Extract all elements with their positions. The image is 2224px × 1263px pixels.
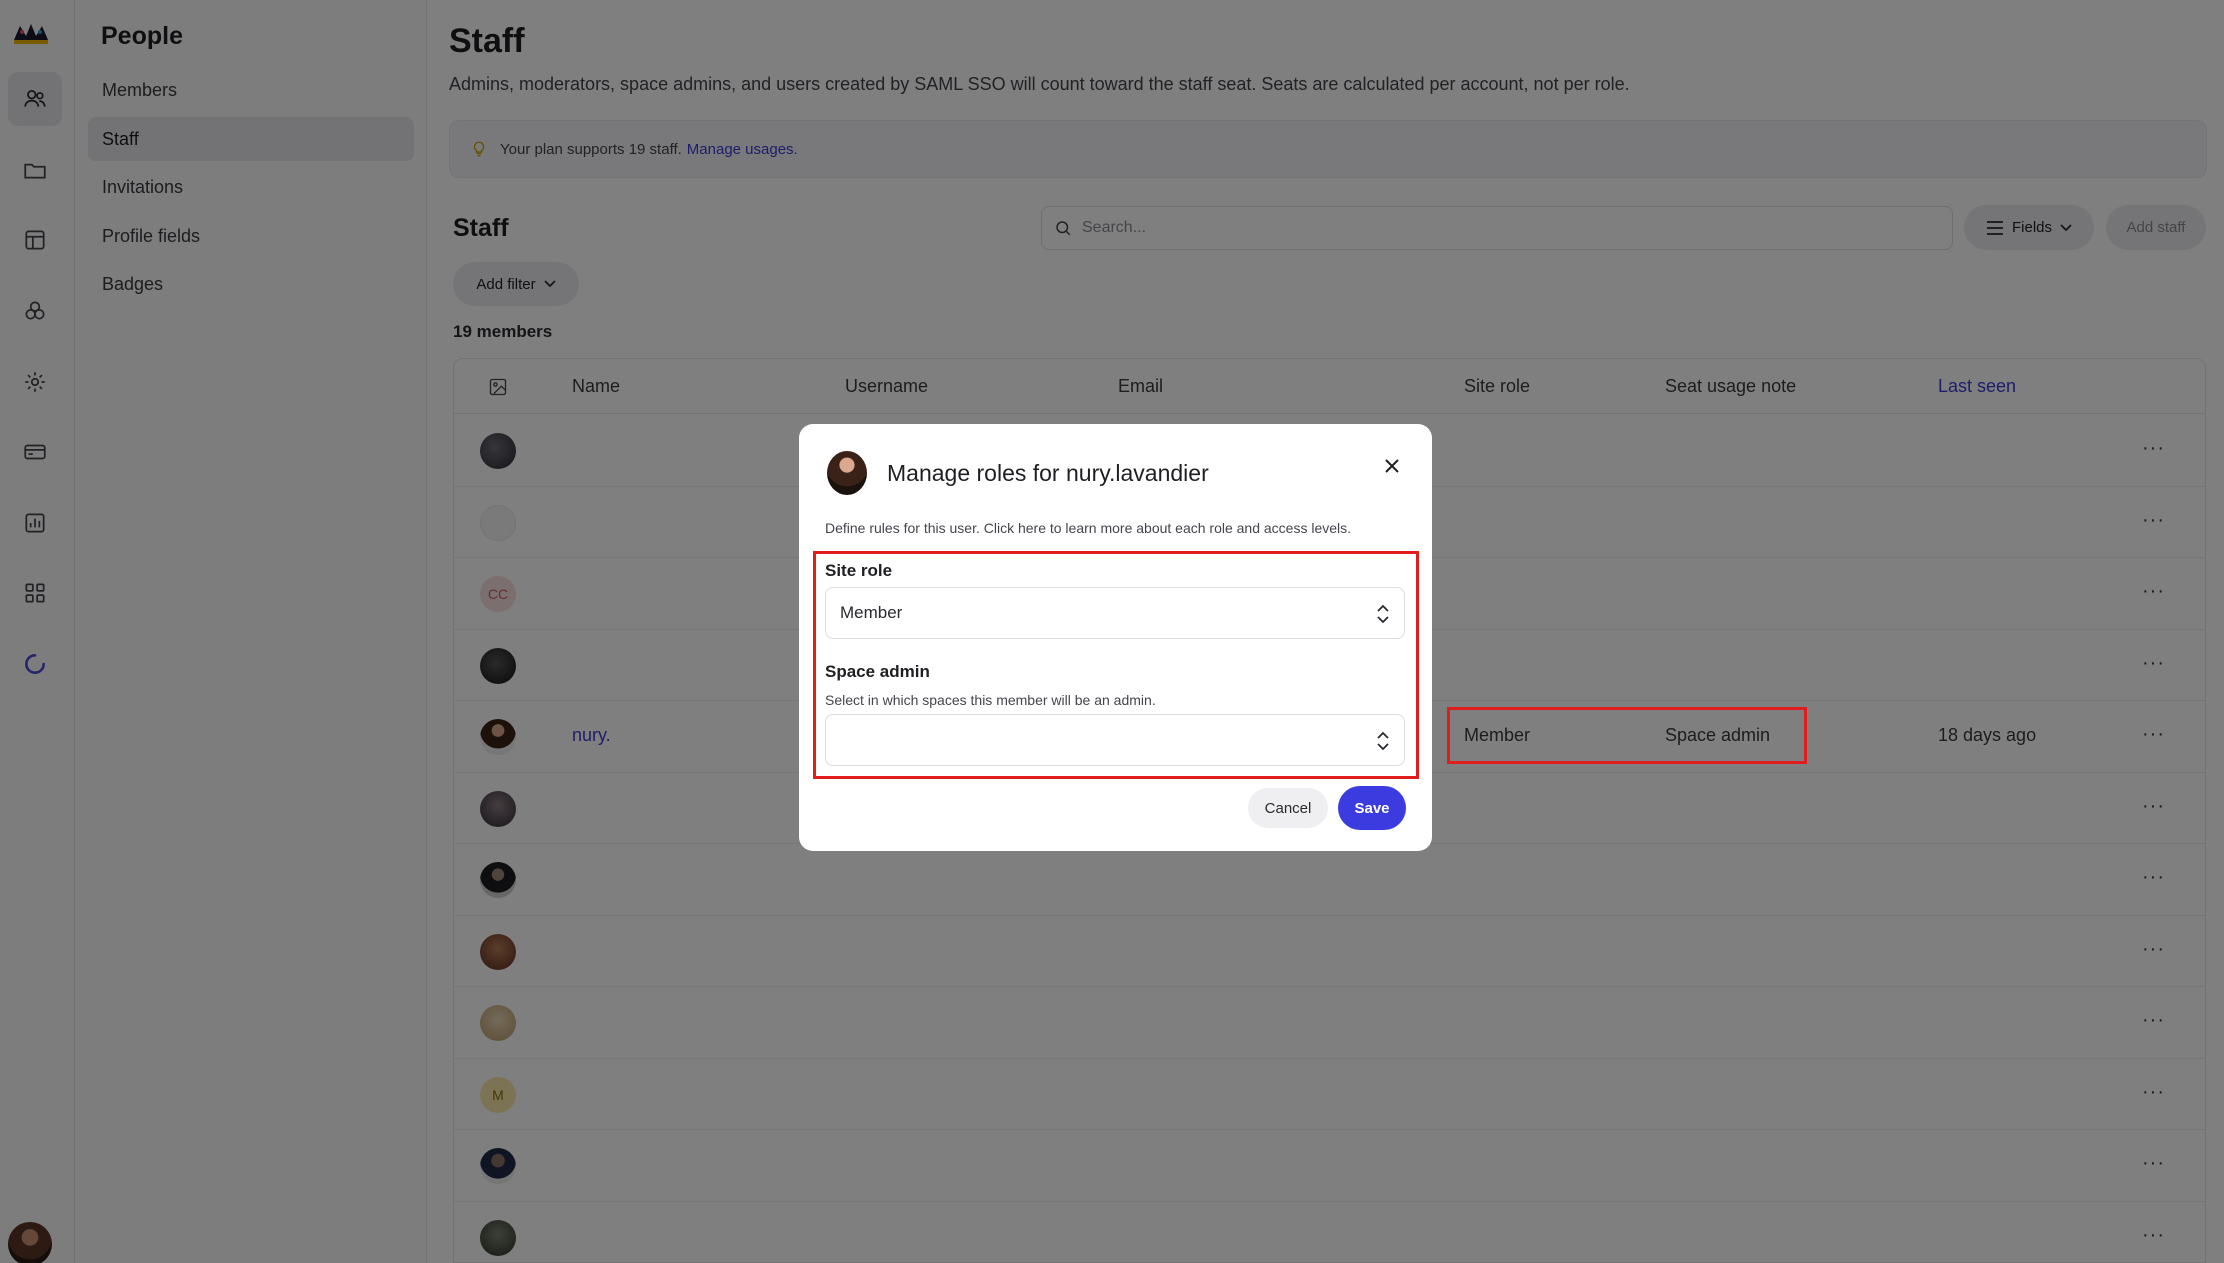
manage-roles-dialog: Manage roles for nury.lavandier Define r… xyxy=(799,424,1432,851)
avatar xyxy=(827,451,867,495)
close-icon[interactable] xyxy=(1380,454,1404,478)
dialog-description[interactable]: Define rules for this user. Click here t… xyxy=(825,520,1351,536)
dialog-title: Manage roles for nury.lavandier xyxy=(887,460,1209,486)
space-admin-select[interactable] xyxy=(825,714,1405,766)
site-role-label: Site role xyxy=(825,561,893,580)
cancel-button[interactable]: Cancel xyxy=(1248,788,1328,828)
highlight-annotation-row xyxy=(1447,707,1807,764)
chevron-updown-icon xyxy=(1377,604,1389,624)
site-role-select[interactable]: Member xyxy=(825,587,1405,639)
space-admin-label: Space admin xyxy=(825,662,930,681)
save-button[interactable]: Save xyxy=(1338,786,1406,830)
space-admin-help: Select in which spaces this member will … xyxy=(825,692,1156,708)
chevron-updown-icon xyxy=(1377,731,1389,751)
